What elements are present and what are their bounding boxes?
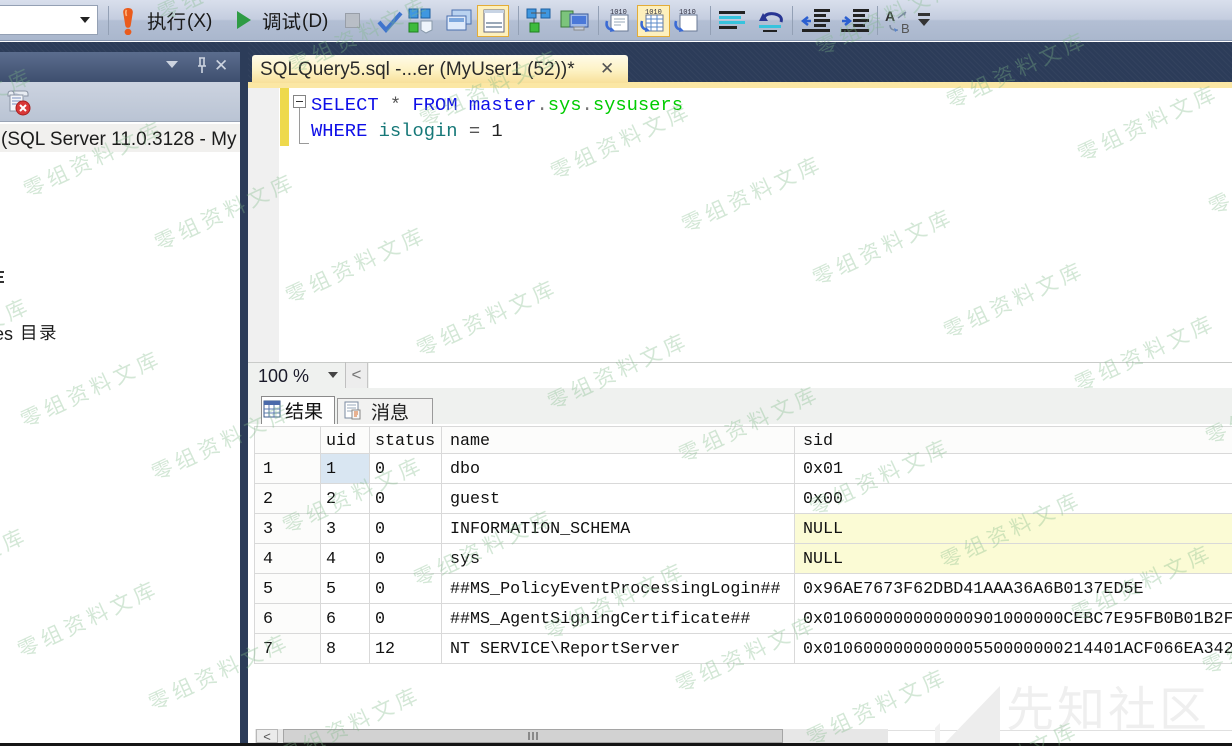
svg-text:B: B: [901, 21, 910, 34]
svg-text:A: A: [885, 8, 895, 24]
